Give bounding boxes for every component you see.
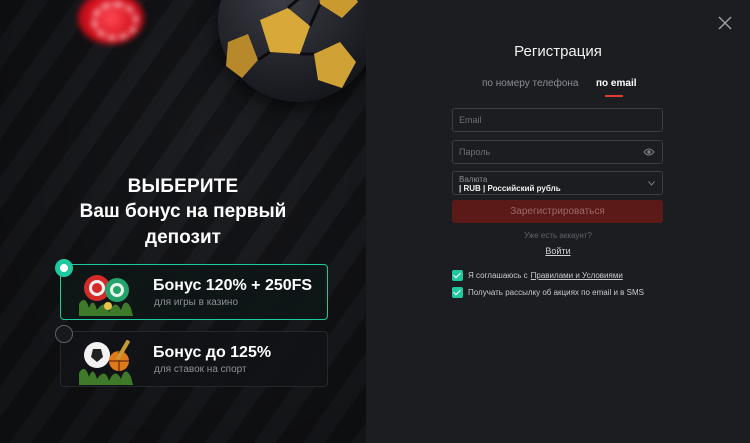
newsletter-text: Получать рассылку об акциях по email и в… [468,288,644,297]
register-button[interactable]: Зарегистрироваться [452,200,663,223]
terms-agreement: Я соглашаюсь с Правилами и Условиями [452,270,623,281]
promo-title-line2: Ваш бонус на первый [79,201,287,222]
password-input[interactable] [453,141,662,163]
currency-select[interactable]: Валюта | RUB | Российский рубль [452,171,663,195]
bonus-card-sport[interactable]: Бонус до 125% для ставок на спорт [60,331,328,387]
newsletter-checkbox[interactable] [452,287,463,298]
sports-balls-icon [79,339,133,385]
promo-title: ВЫБЕРИТЕ Ваш бонус на первый депозит [0,175,366,251]
terms-checkbox[interactable] [452,270,463,281]
bonus-title: Бонус 120% + 250FS [153,277,313,294]
login-link-wrap: Войти [366,246,750,256]
registration-modal: ВЫБЕРИТЕ Ваш бонус на первый депозит Бон… [0,0,750,443]
email-field[interactable] [452,108,663,132]
bonus-subtitle: для ставок на спорт [154,364,247,375]
soccer-ball-image [218,0,366,102]
bonus-radio-sport[interactable] [55,325,73,343]
login-link[interactable]: Войти [545,246,570,256]
bonus-subtitle: для игры в казино [154,297,239,308]
bonus-title: Бонус до 125% [153,344,272,361]
terms-link[interactable]: Правилами и Условиями [531,271,623,280]
registration-form: Регистрация по номеру телефона по email … [366,0,750,443]
promo-title-line3: депозит [145,227,221,248]
tab-email[interactable]: по email [596,78,637,89]
bonus-radio-casino[interactable] [55,259,73,277]
currency-value: | RUB | Российский рубль [459,184,561,193]
tab-phone[interactable]: по номеру телефона [482,78,578,89]
email-input[interactable] [453,109,662,131]
close-icon[interactable] [716,14,734,32]
bonus-card-casino[interactable]: Бонус 120% + 250FS для игры в казино [60,264,328,320]
password-field[interactable] [452,140,663,164]
active-tab-indicator [605,95,623,97]
newsletter-agreement: Получать рассылку об акциях по email и в… [452,287,644,298]
casino-chips-icon [79,275,133,316]
chevron-down-icon [648,181,655,186]
have-account-text: Уже есть аккаунт? [524,231,592,240]
eye-icon[interactable] [643,147,655,157]
promo-panel: ВЫБЕРИТЕ Ваш бонус на первый депозит Бон… [0,0,366,443]
promo-title-line1: ВЫБЕРИТЕ [127,176,239,197]
terms-text: Я соглашаюсь с [468,271,528,280]
page-title: Регистрация [514,43,602,60]
currency-label: Валюта [459,175,488,184]
